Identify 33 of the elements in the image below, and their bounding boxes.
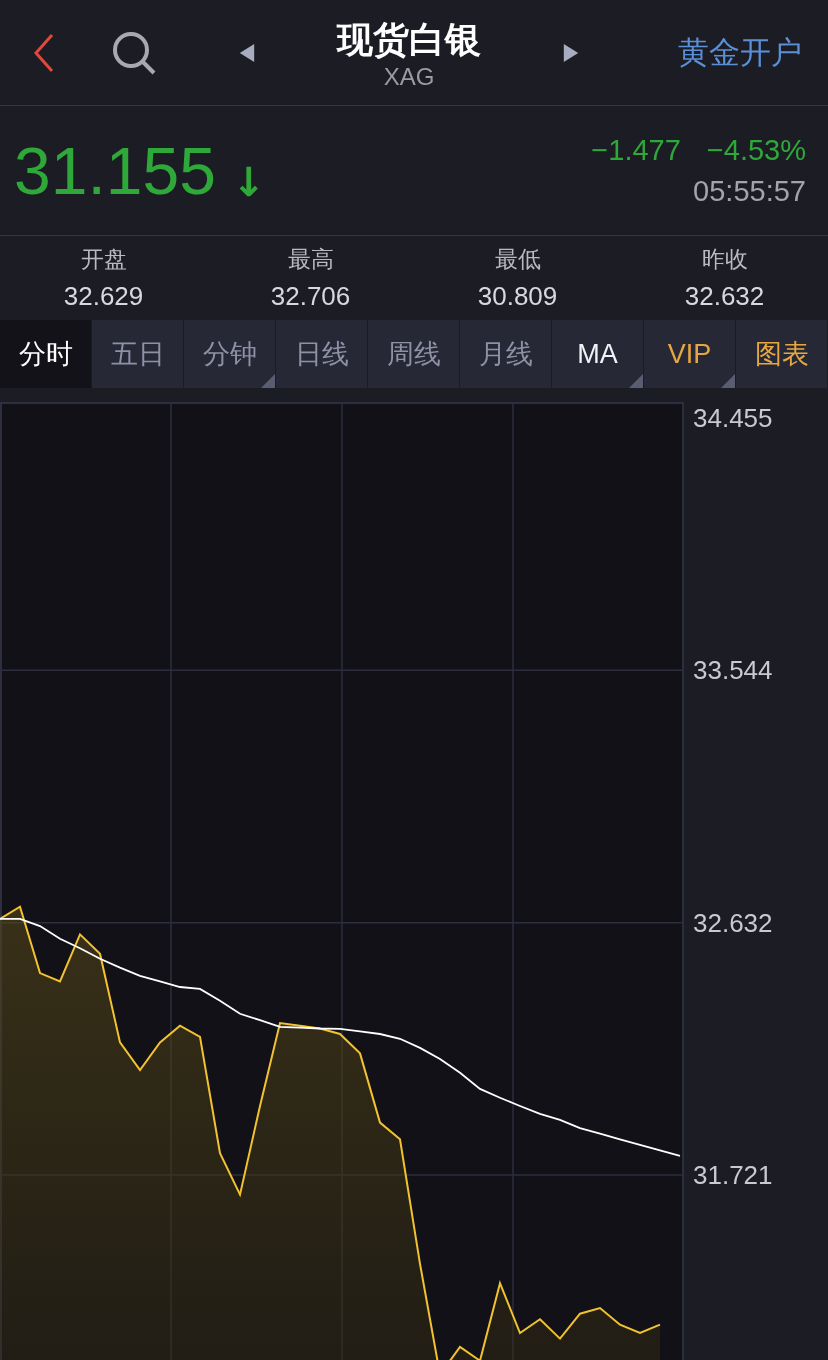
stat-value: 32.632 <box>684 281 765 312</box>
down-arrow: ↓ <box>231 157 266 206</box>
chart-tab[interactable]: 周线 <box>368 320 460 388</box>
stat-value: 30.809 <box>477 281 558 312</box>
chart-tab[interactable]: 分时 <box>0 320 92 388</box>
stat-value: 32.629 <box>63 281 144 312</box>
open-account-link[interactable]: 黄金开户 <box>678 31 802 74</box>
chart-tab[interactable]: 日线 <box>276 320 368 388</box>
symbol-code: XAG <box>383 61 435 92</box>
y-axis-label: 31.721 <box>693 1159 773 1190</box>
y-axis-label: 33.544 <box>693 655 773 686</box>
stat-label: 开盘 <box>80 245 127 274</box>
previous-icon[interactable] <box>238 41 256 64</box>
page-title: 现货白银 <box>337 17 481 62</box>
price-change: −1.477 <box>591 133 681 167</box>
search-icon[interactable] <box>112 30 156 75</box>
chart-tab[interactable]: 分钟 <box>184 320 276 388</box>
current-price: 31.155 <box>14 135 216 206</box>
stat-label: 昨收 <box>701 245 748 274</box>
chart-tab[interactable]: 五日 <box>92 320 184 388</box>
chart-tab[interactable]: 月线 <box>460 320 552 388</box>
chart-tab[interactable]: MA <box>552 320 644 388</box>
y-axis-label: 34.455 <box>693 403 773 434</box>
percent-change: −4.53% <box>706 133 806 167</box>
next-icon[interactable] <box>562 41 580 64</box>
stat-value: 32.706 <box>270 281 351 312</box>
stat-label: 最低 <box>494 245 541 274</box>
back-icon[interactable] <box>32 32 56 73</box>
quote-time: 05:55:57 <box>693 174 806 208</box>
chart-tab[interactable]: 图表 <box>736 320 828 388</box>
y-axis-label: 32.632 <box>693 907 773 938</box>
chart-tab[interactable]: VIP <box>644 320 736 388</box>
stat-label: 最高 <box>287 245 334 274</box>
